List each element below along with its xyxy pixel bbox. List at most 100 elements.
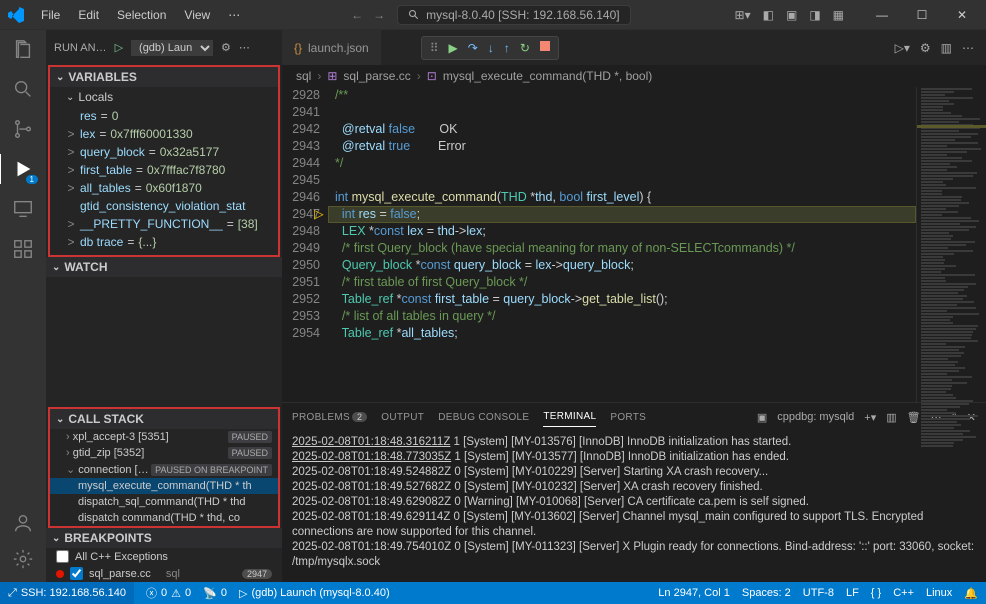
- tab-output[interactable]: OUTPUT: [381, 408, 424, 427]
- status-ports[interactable]: 📡 0: [203, 587, 227, 600]
- run-debug-icon[interactable]: 1: [12, 158, 34, 180]
- layout-bottom-icon[interactable]: ▣: [786, 8, 797, 22]
- customize-layout-icon[interactable]: ▦: [833, 8, 844, 22]
- thread-row[interactable]: ⌄ connection […PAUSED ON BREAKPOINT: [50, 461, 278, 478]
- source-control-icon[interactable]: [12, 118, 34, 140]
- variable-row[interactable]: >db trace = {...}: [50, 233, 278, 251]
- menu-selection[interactable]: Selection: [110, 8, 173, 22]
- command-center-text: mysql-8.0.40 [SSH: 192.168.56.140]: [426, 8, 619, 22]
- variable-row[interactable]: >__PRETTY_FUNCTION__ = [38]: [50, 215, 278, 233]
- breakpoint-all-cpp[interactable]: All C++ Exceptions: [46, 548, 282, 565]
- search-activity-icon[interactable]: [12, 78, 34, 100]
- gear-icon[interactable]: ⚙: [221, 41, 231, 54]
- drag-handle-icon[interactable]: ⠿: [430, 41, 439, 55]
- code-editor[interactable]: 2928294129422943294429452946294729482949…: [282, 87, 916, 402]
- status-encoding[interactable]: UTF-8: [803, 587, 834, 600]
- settings-gear-icon[interactable]: [12, 548, 34, 570]
- cpp-file-icon: ⊞: [327, 69, 337, 83]
- split-terminal-icon[interactable]: ▥: [886, 411, 896, 424]
- new-terminal-icon[interactable]: +▾: [864, 411, 876, 424]
- remote-explorer-icon[interactable]: [12, 198, 34, 220]
- status-launch[interactable]: ▷ (gdb) Launch (mysql-8.0.40): [239, 587, 390, 600]
- step-into-button[interactable]: ↓: [488, 41, 494, 55]
- status-bar: ⤢ SSH: 192.168.56.140 ⓧ 0 ⚠ 0 📡 0 ▷ (gdb…: [0, 582, 986, 604]
- terminal-output[interactable]: 2025-02-08T01:18:48.316211Z 1 [System] […: [282, 431, 986, 582]
- nav-forward[interactable]: →: [373, 8, 385, 22]
- variable-row[interactable]: >first_table = 0x7fffac7f8780: [50, 161, 278, 179]
- run-config-icon[interactable]: ▷▾: [895, 41, 910, 55]
- variable-row[interactable]: >query_block = 0x32a5177: [50, 143, 278, 161]
- variable-row[interactable]: gtid_consistency_violation_stat: [50, 197, 278, 215]
- terminal-name: cppdbg: mysqld: [777, 411, 854, 423]
- tab-ports[interactable]: PORTS: [610, 408, 646, 427]
- bottom-panel: PROBLEMS2 OUTPUT DEBUG CONSOLE TERMINAL …: [282, 402, 986, 582]
- locals-header[interactable]: ⌄Locals: [50, 87, 278, 107]
- split-editor-icon[interactable]: ▥: [941, 41, 952, 55]
- breakpoints-header[interactable]: ⌄BREAKPOINTS: [46, 528, 282, 548]
- status-language[interactable]: C++: [893, 587, 914, 600]
- stack-frame[interactable]: dispatch_sql_command(THD * thd: [50, 494, 278, 510]
- window-maximize[interactable]: ☐: [906, 3, 938, 27]
- callstack-header[interactable]: ⌄CALL STACK: [50, 409, 278, 429]
- menu-file[interactable]: File: [34, 8, 67, 22]
- stop-button[interactable]: [540, 41, 550, 51]
- variable-row[interactable]: >all_tables = 0x60f1870: [50, 179, 278, 197]
- start-debug-button[interactable]: ▷: [115, 41, 123, 54]
- command-center[interactable]: mysql-8.0.40 [SSH: 192.168.56.140]: [397, 5, 630, 25]
- status-errors[interactable]: ⓧ 0 ⚠ 0: [146, 585, 191, 601]
- layout-left-icon[interactable]: ◧: [763, 8, 774, 22]
- tab-launch-json[interactable]: {}launch.json: [282, 30, 381, 65]
- terminal-profile-icon[interactable]: ▣: [757, 411, 767, 424]
- window-minimize[interactable]: —: [866, 3, 898, 27]
- menu-view[interactable]: View: [177, 8, 217, 22]
- window-close[interactable]: ✕: [946, 3, 978, 27]
- more-tab-icon[interactable]: ⋯: [962, 41, 974, 55]
- watch-header[interactable]: ⌄WATCH: [46, 257, 282, 277]
- thread-row[interactable]: › xpl_accept-3 [5351]PAUSED: [50, 429, 278, 445]
- bp-checkbox[interactable]: [56, 550, 69, 563]
- tab-problems[interactable]: PROBLEMS2: [292, 408, 367, 427]
- remote-indicator[interactable]: ⤢ SSH: 192.168.56.140: [0, 582, 134, 604]
- copilot-icon[interactable]: ⊞▾: [735, 8, 751, 22]
- editor-group: {}launch.json ⠿ ▶ ↷ ↓ ↑ ↻ ▷▾ ⚙ ▥ ⋯ sql› …: [282, 30, 986, 582]
- launch-config-select[interactable]: (gdb) Laun: [131, 40, 213, 56]
- tab-debug-console[interactable]: DEBUG CONSOLE: [438, 408, 529, 427]
- breakpoint-dot-icon: [56, 570, 64, 578]
- minimap[interactable]: [916, 87, 986, 402]
- search-icon: [408, 9, 420, 21]
- nav-back[interactable]: ←: [351, 8, 363, 22]
- tab-terminal[interactable]: TERMINAL: [543, 407, 596, 427]
- status-position[interactable]: Ln 2947, Col 1: [658, 587, 730, 600]
- layout-right-icon[interactable]: ◨: [809, 8, 820, 22]
- thread-row[interactable]: › gtid_zip [5352]PAUSED: [50, 445, 278, 461]
- debug-sidebar: RUN AN… ▷ (gdb) Laun ⚙ ⋯ ⌄VARIABLES ⌄Loc…: [46, 30, 282, 582]
- variable-row[interactable]: res = 0: [50, 107, 278, 125]
- activity-bar: 1: [0, 30, 46, 582]
- variables-header[interactable]: ⌄VARIABLES: [50, 67, 278, 87]
- explorer-icon[interactable]: [12, 38, 34, 60]
- vscode-icon: [8, 7, 24, 23]
- stack-frame[interactable]: mysql_execute_command(THD * th: [50, 478, 278, 494]
- status-bell-icon[interactable]: 🔔: [964, 587, 978, 600]
- continue-button[interactable]: ▶: [449, 41, 458, 55]
- variables-section: ⌄VARIABLES ⌄Locals res = 0>lex = 0x7fff6…: [48, 65, 280, 257]
- variable-row[interactable]: >lex = 0x7fff60001330: [50, 125, 278, 143]
- restart-button[interactable]: ↻: [520, 41, 530, 55]
- titlebar: File Edit Selection View ⋯ ← → mysql-8.0…: [0, 0, 986, 30]
- account-icon[interactable]: [12, 512, 34, 534]
- status-language-brackets[interactable]: { }: [871, 587, 881, 600]
- status-os[interactable]: Linux: [926, 587, 952, 600]
- step-out-button[interactable]: ↑: [504, 41, 510, 55]
- status-spaces[interactable]: Spaces: 2: [742, 587, 791, 600]
- status-eol[interactable]: LF: [846, 587, 859, 600]
- extensions-icon[interactable]: [12, 238, 34, 260]
- settings-tab-icon[interactable]: ⚙: [920, 41, 931, 55]
- breakpoint-file[interactable]: sql_parse.cc sql2947: [46, 565, 282, 582]
- stack-frame[interactable]: dispatch command(THD * thd, co: [50, 510, 278, 526]
- more-icon[interactable]: ⋯: [239, 41, 250, 54]
- step-over-button[interactable]: ↷: [468, 41, 478, 55]
- breadcrumb[interactable]: sql› ⊞sql_parse.cc› ⊡mysql_execute_comma…: [282, 65, 986, 87]
- menu-more[interactable]: ⋯: [221, 8, 247, 22]
- menu-edit[interactable]: Edit: [71, 8, 106, 22]
- bp-checkbox[interactable]: [70, 567, 83, 580]
